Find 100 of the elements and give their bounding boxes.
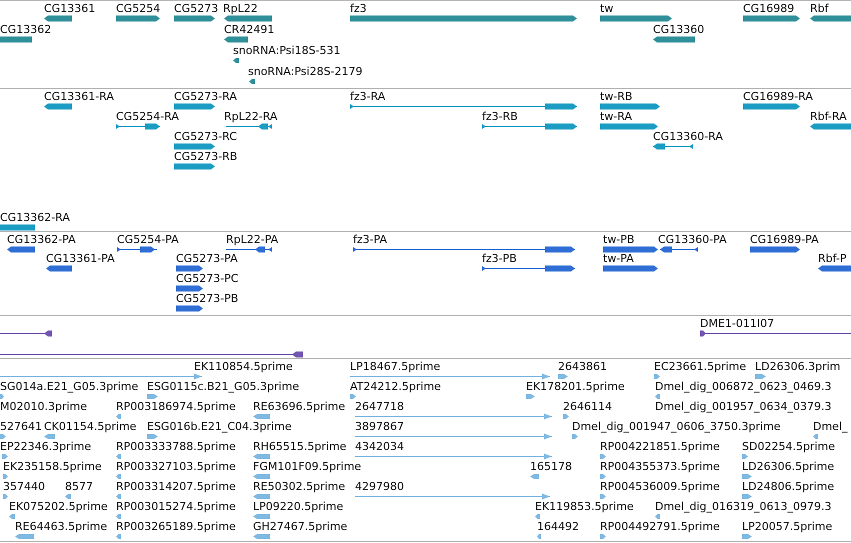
feature-label[interactable]: LD26306.3prim (755, 360, 840, 372)
feature-arrow-icon[interactable] (176, 304, 203, 312)
feature-arrow-icon[interactable] (224, 36, 248, 43)
feature-arrow-icon[interactable] (700, 330, 851, 336)
feature-arrow-icon[interactable] (226, 246, 272, 252)
feature-label[interactable]: EK110854.5prime (194, 360, 293, 372)
feature-label[interactable]: Dmel_ (813, 420, 848, 432)
feature-label[interactable]: 4342034 (355, 440, 404, 452)
feature-label[interactable]: tw-PB (603, 234, 634, 246)
feature-label[interactable]: AT24212.5prime (350, 380, 441, 392)
feature-label[interactable]: EK235158.5prime (3, 460, 102, 472)
feature-label[interactable]: fz3 (350, 2, 367, 14)
feature-label[interactable]: Dmel_dig_001947_0606_3750.3prime (572, 420, 781, 432)
feature-label[interactable]: EK178201.5prime (526, 380, 625, 392)
feature-label[interactable]: CG13362-RA (0, 212, 70, 224)
feature-label[interactable]: RP003265189.5prime (116, 520, 236, 532)
feature-label[interactable]: RpL22 (223, 2, 258, 14)
feature-label[interactable]: fz3-PA (353, 234, 388, 246)
feature-label[interactable]: 357440 (3, 480, 45, 492)
feature-label[interactable]: 4297980 (355, 480, 404, 492)
feature-label[interactable]: snoRNA:Psi28S-2179 (248, 66, 363, 78)
feature-arrow-icon[interactable] (176, 265, 203, 272)
feature-label[interactable]: 2647718 (355, 400, 404, 412)
feature-arrow-icon[interactable] (653, 36, 695, 43)
feature-label[interactable]: RP004355373.5prime (600, 460, 720, 472)
feature-label[interactable]: ESG0115c.B21_G05.3prime (147, 380, 300, 392)
feature-label[interactable]: LD26306.5prime (742, 460, 834, 472)
feature-label[interactable]: CG5254-RA (116, 110, 179, 123)
feature-label[interactable]: CG5273-RA (174, 90, 237, 102)
feature-arrow-icon[interactable] (0, 224, 35, 231)
feature-arrow-icon[interactable] (0, 330, 52, 336)
feature-label[interactable]: CG13362-PA (7, 234, 76, 246)
feature-arrow-icon[interactable] (653, 143, 693, 150)
feature-label[interactable]: SD02254.5prime (742, 440, 835, 452)
feature-label[interactable]: LP18467.5prime (350, 360, 440, 372)
feature-arrow-icon[interactable] (233, 57, 239, 64)
feature-label[interactable]: 2643861 (558, 360, 607, 372)
feature-label[interactable]: RpL22-RA (224, 110, 278, 123)
feature-arrow-icon[interactable] (743, 14, 800, 22)
feature-arrow-icon[interactable] (174, 14, 215, 22)
feature-arrow-icon[interactable] (174, 102, 215, 110)
feature-arrow-icon[interactable] (116, 122, 160, 130)
feature-label[interactable]: EK119853.5prime (535, 500, 634, 512)
feature-label[interactable]: CG13361 (44, 2, 96, 14)
feature-label[interactable]: Rbf (810, 2, 828, 14)
feature-label[interactable]: tw-PA (603, 253, 634, 266)
feature-label[interactable]: CG5273-RC (174, 131, 237, 144)
feature-label[interactable]: RpL22-PA (226, 234, 278, 246)
feature-label[interactable]: CG13360-RA (653, 131, 723, 144)
feature-label[interactable]: RH65515.5prime (253, 440, 346, 452)
feature-label[interactable]: fz3-RB (482, 110, 518, 123)
feature-arrow-icon[interactable] (46, 265, 72, 272)
feature-label[interactable]: CG5273-PC (176, 272, 238, 285)
feature-arrow-icon[interactable] (224, 14, 272, 22)
feature-label[interactable]: CG16989-PA (750, 234, 819, 246)
feature-label[interactable]: CG5273-PB (176, 292, 238, 305)
feature-label[interactable]: ESG016b.E21_C04.3prime (147, 420, 292, 432)
feature-label[interactable]: 165178 (530, 460, 572, 472)
feature-arrow-icon[interactable] (176, 284, 203, 292)
feature-arrow-icon[interactable] (0, 350, 303, 358)
feature-label[interactable]: RP003314207.5prime (116, 480, 236, 492)
feature-arrow-icon[interactable] (750, 246, 800, 252)
feature-label[interactable]: CG13361-RA (44, 90, 114, 102)
feature-label[interactable]: CG13360-PA (658, 234, 727, 246)
feature-label[interactable]: CG13362 (0, 24, 52, 36)
feature-label[interactable]: CG5273-RB (174, 151, 238, 164)
feature-arrow-icon[interactable] (818, 265, 851, 272)
feature-label[interactable]: tw-RA (600, 110, 632, 123)
feature-label[interactable]: EC23661.5prime (654, 360, 746, 372)
feature-label[interactable]: CG13361-PA (46, 253, 115, 266)
feature-label[interactable]: CG13360 (653, 24, 704, 36)
feature-label[interactable]: 527641 (0, 420, 42, 432)
feature-label[interactable]: Dmel_dig_016319_0613_0979.3 (655, 500, 832, 512)
feature-label[interactable]: fz3-PB (482, 253, 517, 266)
feature-arrow-icon[interactable] (810, 122, 851, 130)
feature-label[interactable]: EK075202.5prime (9, 500, 108, 512)
feature-label[interactable]: CG16989 (743, 2, 794, 14)
feature-arrow-icon[interactable] (117, 246, 157, 252)
feature-label[interactable]: RE64463.5prime (15, 520, 108, 532)
feature-label[interactable]: Rbf-RA (810, 110, 847, 123)
feature-label[interactable]: RP004536009.5prime (600, 480, 720, 492)
feature-arrow-icon[interactable] (482, 122, 577, 130)
feature-label[interactable]: CG16989-RA (743, 90, 813, 102)
feature-label[interactable]: SG014a.E21_G05.3prime (0, 380, 138, 392)
feature-label[interactable]: CR42491 (224, 24, 274, 36)
feature-label[interactable]: LP09220.5prime (253, 500, 344, 512)
feature-arrow-icon[interactable] (226, 122, 272, 130)
feature-label[interactable]: M02010.3prime (0, 400, 88, 412)
feature-label[interactable]: LP20057.5prime (742, 520, 832, 532)
feature-label[interactable]: CG5273 (174, 2, 218, 14)
feature-label[interactable]: RP003327103.5prime (116, 460, 236, 472)
feature-label[interactable]: RP003186974.5prime (116, 400, 236, 412)
feature-arrow-icon[interactable] (249, 78, 255, 86)
feature-arrow-icon[interactable] (174, 163, 215, 170)
feature-label[interactable]: Rbf-P (818, 253, 846, 266)
feature-arrow-icon[interactable] (600, 122, 658, 130)
feature-label[interactable]: CG5254-PA (117, 234, 179, 246)
feature-label[interactable]: snoRNA:Psi18S-531 (233, 45, 341, 58)
feature-label[interactable]: LD24806.5prime (742, 480, 834, 492)
feature-arrow-icon[interactable] (0, 36, 32, 43)
